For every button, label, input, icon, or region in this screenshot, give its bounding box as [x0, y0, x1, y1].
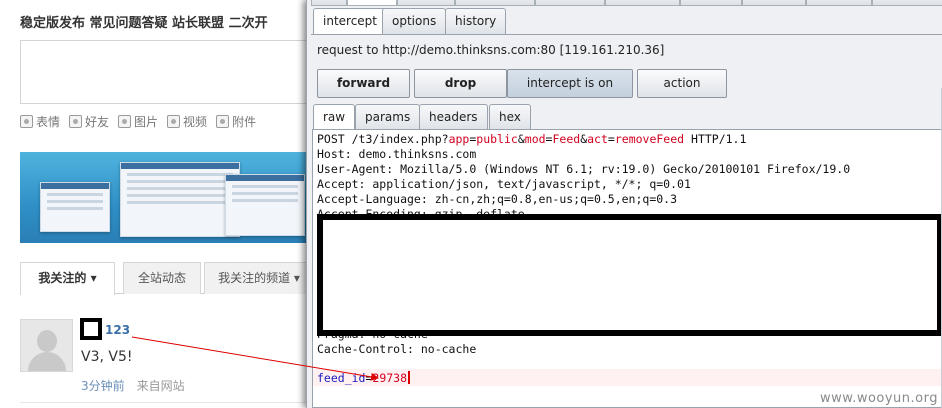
tab-headers[interactable]: headers [419, 104, 488, 130]
main-tab[interactable] [397, 0, 455, 6]
proxy-window: intercept options history request to htt… [306, 0, 942, 408]
banner-screenshot [120, 162, 240, 237]
main-tab[interactable] [347, 0, 397, 6]
smile-icon [20, 115, 33, 128]
tool-label: 附件 [232, 115, 257, 129]
feed-time[interactable]: 3分钟前 [81, 379, 125, 393]
tool-friend[interactable]: 好友 [69, 113, 109, 130]
feed-meta: 3分钟前 来自网站 [81, 377, 185, 394]
tab-raw[interactable]: raw [313, 104, 356, 131]
header-accept-language[interactable]: Accept-Language: zh-cn,zh;q=0.8,en-us;q=… [317, 192, 677, 207]
main-tab[interactable] [311, 0, 347, 6]
request-body[interactable]: feed_id=29738 [317, 371, 411, 386]
banner-screenshot [225, 174, 305, 236]
tool-label: 图片 [134, 115, 159, 129]
tool-attachment[interactable]: 附件 [216, 113, 256, 130]
tool-emoji[interactable]: 表情 [20, 113, 60, 130]
tab-followed-channels[interactable]: 我关注的频道 ▾ [204, 262, 314, 294]
image-icon [118, 115, 132, 128]
header-accept[interactable]: Accept: application/json, text/javascrip… [317, 177, 691, 192]
action-button[interactable]: action [637, 69, 727, 98]
tab-params[interactable]: params [355, 104, 421, 130]
feed-text: V3, V5! [81, 349, 133, 365]
tab-hex[interactable]: hex [489, 104, 531, 130]
main-tab[interactable] [806, 0, 872, 6]
redaction-box [80, 318, 102, 340]
header-host[interactable]: Host: demo.thinksns.com [317, 147, 476, 162]
request-line[interactable]: POST /t3/index.php?app=public&mod=Feed&a… [317, 132, 746, 147]
tool-image[interactable]: 图片 [118, 113, 158, 130]
post-toolbar: 表情 好友 图片 视频 附件 [20, 113, 256, 130]
video-icon [167, 115, 181, 128]
feed-username[interactable]: 123 [105, 323, 130, 337]
text-caret [408, 371, 411, 384]
intercept-toggle-button[interactable]: intercept is on [507, 69, 633, 98]
tab-history[interactable]: history [445, 8, 507, 34]
tool-label: 好友 [85, 115, 110, 129]
main-tab[interactable] [742, 0, 806, 6]
at-icon [69, 115, 83, 128]
tab-intercept[interactable]: intercept [313, 8, 387, 35]
attachment-icon [216, 115, 230, 128]
header-user-agent[interactable]: User-Agent: Mozilla/5.0 (Windows NT 6.1;… [317, 162, 850, 177]
main-tabs [307, 0, 942, 6]
forward-button[interactable]: forward [317, 69, 410, 98]
avatar[interactable] [20, 319, 73, 372]
tab-all-activity[interactable]: 全站动态 [123, 262, 201, 294]
post-textarea[interactable] [20, 40, 310, 104]
feed-source: 来自网站 [136, 379, 185, 393]
drop-button[interactable]: drop [414, 69, 507, 98]
tab-options[interactable]: options [382, 8, 447, 34]
tool-video[interactable]: 视频 [167, 113, 207, 130]
watermark: www.wooyun.org [819, 391, 938, 406]
banner-screenshot [40, 182, 110, 232]
divider [20, 402, 310, 403]
redaction-box [317, 214, 942, 336]
page-title[interactable]: 稳定版发布 常见问题答疑 站长联盟 二次开 [20, 12, 268, 31]
tool-label: 视频 [183, 115, 208, 129]
main-tab[interactable] [605, 0, 680, 6]
header-cache-control[interactable]: Cache-Control: no-cache [317, 342, 476, 357]
main-tab[interactable] [535, 0, 605, 6]
main-tab[interactable] [455, 0, 535, 6]
request-editor[interactable]: POST /t3/index.php?app=public&mod=Feed&a… [312, 129, 942, 408]
web-page: 稳定版发布 常见问题答疑 站长联盟 二次开 表情 好友 图片 视频 附件 我关注… [0, 0, 314, 408]
promo-banner[interactable] [20, 152, 310, 243]
main-tab[interactable] [872, 0, 942, 6]
feed-tabs: 我关注的 ▾ 全站动态 我关注的频道 ▾ [20, 262, 314, 295]
divider [311, 34, 942, 35]
tool-label: 表情 [36, 115, 61, 129]
tab-following[interactable]: 我关注的 ▾ [20, 262, 115, 295]
request-target: request to http://demo.thinksns.com:80 [… [317, 43, 665, 57]
main-tab[interactable] [680, 0, 742, 6]
